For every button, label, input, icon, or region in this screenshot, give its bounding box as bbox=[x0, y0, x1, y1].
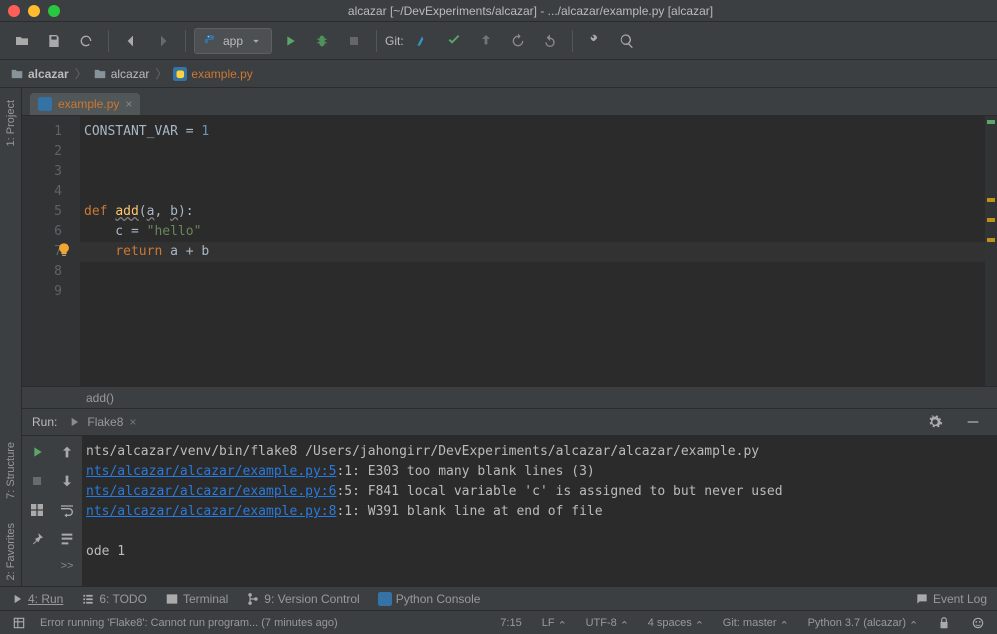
commit-icon[interactable] bbox=[440, 27, 468, 55]
breadcrumb-file[interactable]: example.py bbox=[173, 67, 252, 81]
run-settings-icon[interactable] bbox=[921, 408, 949, 436]
structure-tool-button[interactable]: 7: Structure bbox=[5, 436, 17, 505]
run-tab[interactable]: Flake8 × bbox=[67, 415, 136, 429]
editor-tab[interactable]: example.py × bbox=[30, 93, 140, 115]
favorites-tool-button[interactable]: 2: Favorites bbox=[5, 517, 17, 586]
wrap-icon[interactable] bbox=[59, 502, 75, 521]
rollback-icon[interactable] bbox=[536, 27, 564, 55]
code-content[interactable]: CONSTANT_VAR = 1 def add(a, b): c = "hel… bbox=[80, 116, 997, 386]
caret-position[interactable]: 7:15 bbox=[494, 617, 527, 629]
zoom-window-button[interactable] bbox=[48, 5, 60, 17]
lock-icon[interactable] bbox=[931, 616, 957, 630]
tab-label: example.py bbox=[58, 97, 119, 111]
main-area: 1: Project 7: Structure 2: Favorites exa… bbox=[0, 88, 997, 586]
todo-tool-button[interactable]: 6: TODO bbox=[81, 592, 147, 606]
close-window-button[interactable] bbox=[8, 5, 20, 17]
run-side-actions bbox=[22, 436, 52, 586]
push-icon[interactable] bbox=[472, 27, 500, 55]
code-editor[interactable]: 123456789 CONSTANT_VAR = 1 def add(a, b)… bbox=[22, 116, 997, 386]
sync-icon[interactable] bbox=[72, 27, 100, 55]
window-controls bbox=[8, 5, 60, 17]
run-tool-window: Run: Flake8 × bbox=[22, 408, 997, 586]
indent[interactable]: 4 spaces⌃ bbox=[642, 617, 709, 629]
up-icon[interactable] bbox=[59, 444, 75, 463]
play-icon bbox=[67, 415, 81, 429]
console-output[interactable]: nts/alcazar/venv/bin/flake8 /Users/jahon… bbox=[82, 436, 997, 586]
close-run-tab-icon[interactable]: × bbox=[129, 415, 136, 429]
rerun-icon[interactable] bbox=[29, 444, 45, 463]
scroll-icon[interactable] bbox=[59, 531, 75, 550]
gutter: 123456789 bbox=[22, 116, 80, 386]
git-branch[interactable]: Git: master⌃ bbox=[717, 617, 794, 629]
run-config-label: app bbox=[223, 34, 243, 48]
minimize-window-button[interactable] bbox=[28, 5, 40, 17]
editor-tabs: example.py × bbox=[22, 88, 997, 116]
back-icon[interactable] bbox=[117, 27, 145, 55]
left-tool-strip: 1: Project 7: Structure 2: Favorites bbox=[0, 88, 22, 586]
python-console-tool-button[interactable]: Python Console bbox=[378, 592, 481, 606]
vcs-tool-button[interactable]: 9: Version Control bbox=[246, 592, 359, 606]
open-icon[interactable] bbox=[8, 27, 36, 55]
error-stripe[interactable] bbox=[985, 116, 997, 386]
stop-button[interactable] bbox=[340, 27, 368, 55]
close-tab-icon[interactable]: × bbox=[125, 97, 132, 111]
project-tool-button[interactable]: 1: Project bbox=[5, 94, 17, 152]
status-bar: Error running 'Flake8': Cannot run progr… bbox=[0, 610, 997, 634]
down-icon[interactable] bbox=[59, 473, 75, 492]
breadcrumb-root[interactable]: alcazar〉 bbox=[10, 65, 89, 82]
console-link[interactable]: nts/alcazar/alcazar/example.py:8 bbox=[86, 504, 336, 519]
breadcrumb-context: add() bbox=[22, 386, 997, 408]
debug-button[interactable] bbox=[308, 27, 336, 55]
hide-run-icon[interactable] bbox=[959, 408, 987, 436]
encoding[interactable]: UTF-8⌃ bbox=[580, 617, 634, 629]
python-interpreter[interactable]: Python 3.7 (alcazar)⌃ bbox=[802, 617, 923, 629]
titlebar: alcazar [~/DevExperiments/alcazar] - ...… bbox=[0, 0, 997, 22]
save-icon[interactable] bbox=[40, 27, 68, 55]
console-link[interactable]: nts/alcazar/alcazar/example.py:5 bbox=[86, 464, 336, 479]
git-label: Git: bbox=[385, 34, 404, 48]
python-file-icon bbox=[38, 97, 52, 111]
inspector-icon[interactable] bbox=[965, 616, 991, 630]
terminal-tool-button[interactable]: Terminal bbox=[165, 592, 228, 606]
chevron-down-icon bbox=[249, 34, 263, 48]
build-icon[interactable] bbox=[581, 27, 609, 55]
layout-icon[interactable] bbox=[29, 502, 45, 521]
run-label: Run: bbox=[32, 415, 57, 429]
editor-area: example.py × 123456789 CONSTANT_VAR = 1 … bbox=[22, 88, 997, 586]
run-body: >> nts/alcazar/venv/bin/flake8 /Users/ja… bbox=[22, 436, 997, 586]
window-title: alcazar [~/DevExperiments/alcazar] - ...… bbox=[72, 4, 989, 18]
forward-icon[interactable] bbox=[149, 27, 177, 55]
run-tool-header: Run: Flake8 × bbox=[22, 408, 997, 436]
breadcrumb-folder[interactable]: alcazar〉 bbox=[93, 65, 170, 82]
console-link[interactable]: nts/alcazar/alcazar/example.py:6 bbox=[86, 484, 336, 499]
search-icon[interactable] bbox=[613, 27, 641, 55]
event-log-button[interactable]: Event Log bbox=[915, 592, 987, 606]
pin-icon[interactable] bbox=[29, 531, 45, 550]
line-separator[interactable]: LF⌃ bbox=[536, 617, 572, 629]
update-project-icon[interactable] bbox=[408, 27, 436, 55]
intention-bulb-icon[interactable] bbox=[56, 242, 72, 258]
stop-run-icon[interactable] bbox=[29, 473, 45, 492]
bottom-tool-strip: 4: Run 6: TODO Terminal 9: Version Contr… bbox=[0, 586, 997, 610]
main-toolbar: app Git: bbox=[0, 22, 997, 60]
run-button[interactable] bbox=[276, 27, 304, 55]
tool-windows-icon[interactable] bbox=[6, 616, 32, 630]
run-tool-button[interactable]: 4: Run bbox=[10, 592, 63, 606]
run-side-actions-2: >> bbox=[52, 436, 82, 586]
run-config-selector[interactable]: app bbox=[194, 28, 272, 54]
status-message[interactable]: Error running 'Flake8': Cannot run progr… bbox=[40, 617, 338, 629]
more-actions[interactable]: >> bbox=[61, 560, 74, 572]
history-icon[interactable] bbox=[504, 27, 532, 55]
breadcrumbs: alcazar〉 alcazar〉 example.py bbox=[0, 60, 997, 88]
